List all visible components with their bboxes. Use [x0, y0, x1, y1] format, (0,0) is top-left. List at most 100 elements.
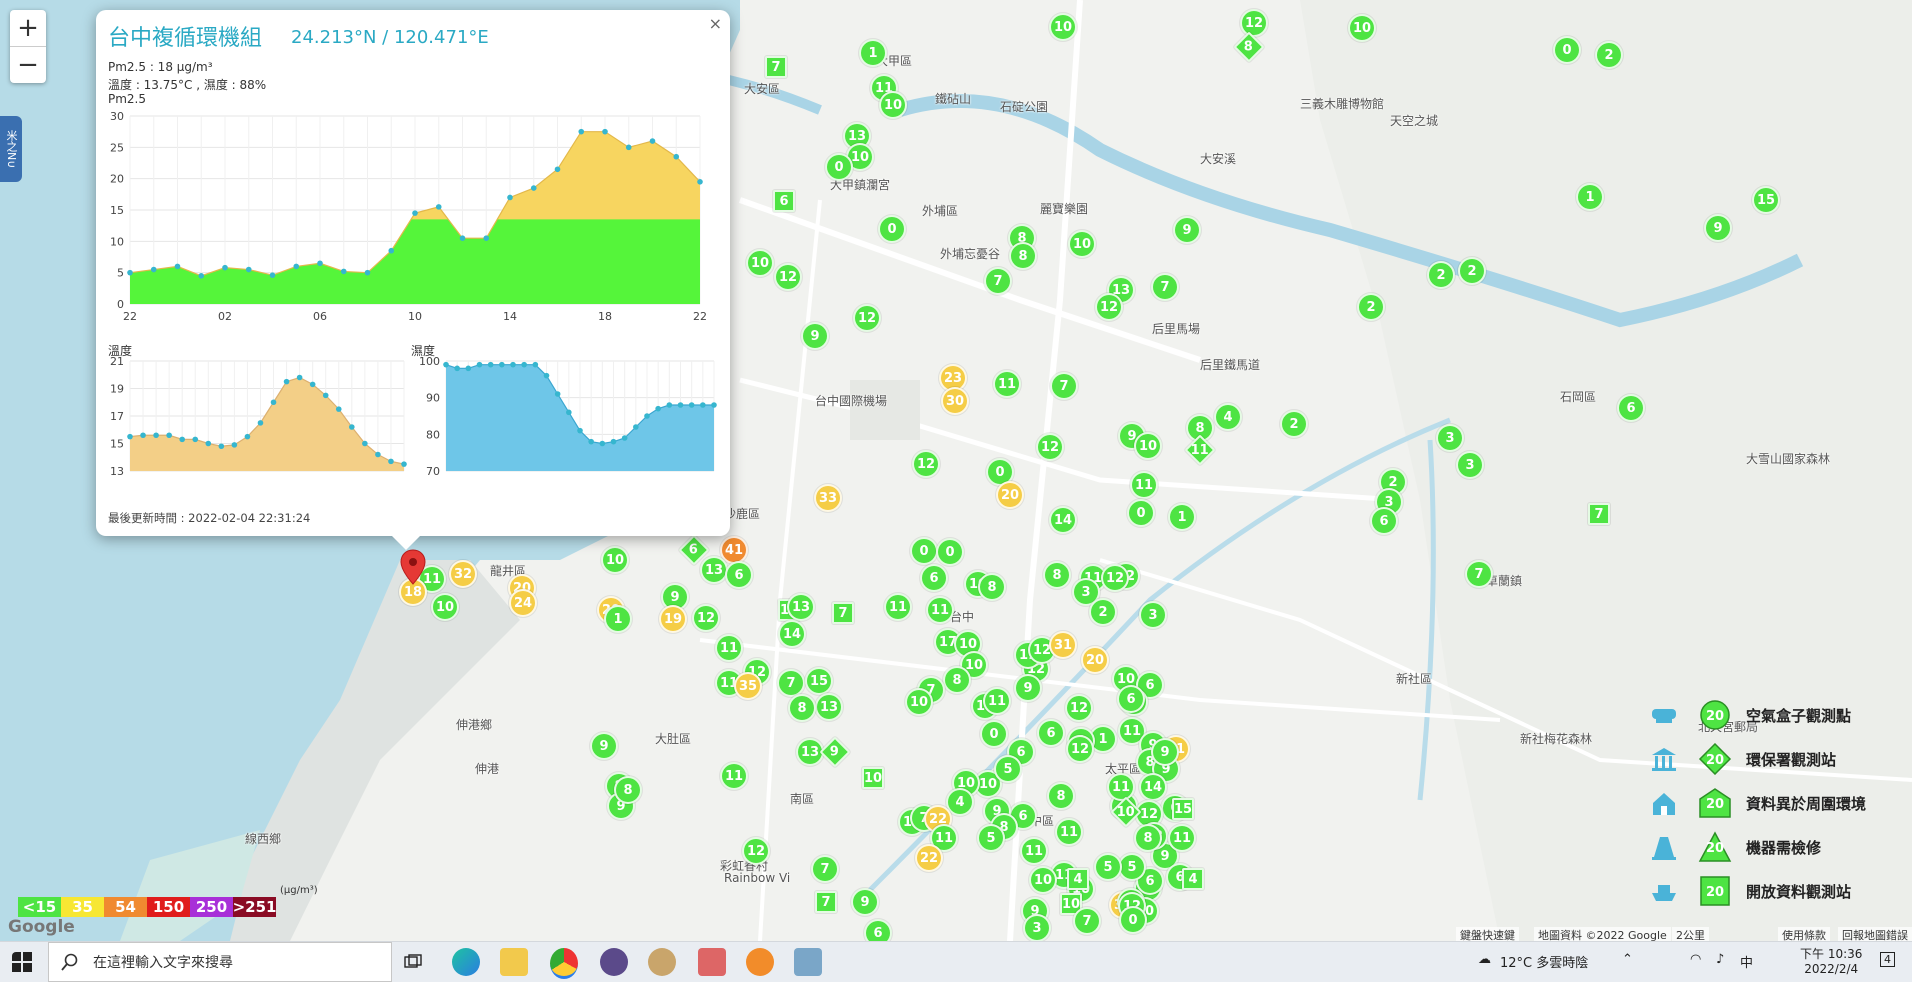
- airbox-marker[interactable]: 2: [1357, 293, 1385, 321]
- airbox-marker[interactable]: 7: [811, 855, 839, 883]
- airbox-marker[interactable]: 4: [1214, 403, 1242, 431]
- airbox-marker[interactable]: 10: [1049, 13, 1077, 41]
- airbox-marker[interactable]: 12: [742, 837, 770, 865]
- airbox-marker[interactable]: 13: [787, 593, 815, 621]
- weather-icon[interactable]: ☁: [1478, 952, 1491, 967]
- airbox-marker[interactable]: 8: [1134, 824, 1162, 852]
- airbox-marker[interactable]: 11: [993, 370, 1021, 398]
- airbox-marker[interactable]: 10: [746, 249, 774, 277]
- airbox-marker[interactable]: 0: [980, 720, 1008, 748]
- chevron-up-icon[interactable]: ⌃: [1622, 952, 1633, 967]
- airbox-marker[interactable]: 35: [734, 672, 762, 700]
- airbox-marker[interactable]: 10: [1134, 432, 1162, 460]
- airbox-marker[interactable]: 11: [884, 593, 912, 621]
- airbox-marker[interactable]: 12: [1066, 735, 1094, 763]
- clock[interactable]: 下午 10:36 2022/2/4: [1800, 945, 1862, 976]
- airbox-marker[interactable]: 5: [1118, 853, 1146, 881]
- airbox-marker[interactable]: 11: [1107, 773, 1135, 801]
- airbox-marker[interactable]: 10: [879, 91, 907, 119]
- airbox-marker[interactable]: 11: [1168, 824, 1196, 852]
- open-data-station-marker[interactable]: 7: [1588, 503, 1610, 525]
- airbox-marker[interactable]: 2: [1280, 410, 1308, 438]
- airbox-marker[interactable]: 12: [853, 304, 881, 332]
- airbox-marker[interactable]: 7: [1073, 907, 1101, 935]
- airbox-marker[interactable]: 8: [1047, 782, 1075, 810]
- airbox-marker[interactable]: 11: [715, 634, 743, 662]
- airbox-marker[interactable]: 13: [700, 556, 728, 584]
- airbox-marker[interactable]: 6: [1117, 685, 1145, 713]
- airbox-marker[interactable]: 11: [983, 687, 1011, 715]
- airbox-marker[interactable]: 14: [778, 620, 806, 648]
- airbox-marker[interactable]: 7: [1151, 273, 1179, 301]
- airbox-marker[interactable]: 12: [692, 604, 720, 632]
- airbox-marker[interactable]: 13: [815, 693, 843, 721]
- file-explorer-icon[interactable]: [500, 948, 528, 976]
- airbox-marker[interactable]: 12: [774, 263, 802, 291]
- close-icon[interactable]: ×: [709, 14, 722, 33]
- airbox-marker[interactable]: 1: [1168, 503, 1196, 531]
- airbox-marker[interactable]: 10: [1348, 14, 1376, 42]
- airbox-marker[interactable]: 7: [777, 669, 805, 697]
- app-icon-3[interactable]: [698, 948, 726, 976]
- airbox-marker[interactable]: 2: [1458, 257, 1486, 285]
- open-data-station-marker[interactable]: 7: [765, 56, 787, 78]
- task-view-icon[interactable]: [404, 954, 432, 982]
- airbox-marker[interactable]: 1: [1576, 183, 1604, 211]
- airbox-marker[interactable]: 33: [814, 484, 842, 512]
- airbox-marker[interactable]: 0: [878, 215, 906, 243]
- airbox-marker[interactable]: 3: [1023, 914, 1051, 941]
- airbox-marker[interactable]: 24: [509, 589, 537, 617]
- app-icon-2[interactable]: [648, 948, 676, 976]
- airbox-marker[interactable]: 9: [1704, 214, 1732, 242]
- airbox-marker[interactable]: 15: [805, 667, 833, 695]
- airbox-marker[interactable]: 0: [1553, 36, 1581, 64]
- airbox-marker[interactable]: 14: [1139, 773, 1167, 801]
- open-data-station-marker[interactable]: 4: [1182, 868, 1204, 890]
- airbox-marker[interactable]: 9: [1151, 738, 1179, 766]
- airbox-marker[interactable]: 8: [614, 776, 642, 804]
- airbox-marker[interactable]: 20: [1081, 646, 1109, 674]
- app-icon-4[interactable]: [746, 948, 774, 976]
- open-data-station-marker[interactable]: 15: [1172, 798, 1194, 820]
- ime-indicator[interactable]: 中: [1740, 952, 1753, 971]
- open-data-station-marker[interactable]: 4: [1067, 868, 1089, 890]
- airbox-marker[interactable]: 12: [1095, 293, 1123, 321]
- airbox-marker[interactable]: 6: [864, 919, 892, 941]
- airbox-marker[interactable]: 8: [788, 694, 816, 722]
- airbox-marker[interactable]: 9: [590, 732, 618, 760]
- airbox-marker[interactable]: 22: [915, 844, 943, 872]
- airbox-marker[interactable]: 0: [825, 153, 853, 181]
- airbox-marker[interactable]: 2: [1595, 41, 1623, 69]
- airbox-marker[interactable]: 3: [1456, 451, 1484, 479]
- airbox-marker[interactable]: 3: [1139, 601, 1167, 629]
- airbox-marker[interactable]: 11: [926, 596, 954, 624]
- airbox-marker[interactable]: 20: [996, 481, 1024, 509]
- app-icon-5[interactable]: [794, 948, 822, 976]
- volume-icon[interactable]: ♪: [1716, 952, 1724, 967]
- airbox-marker[interactable]: 10: [431, 593, 459, 621]
- airbox-marker[interactable]: 1: [859, 39, 887, 67]
- airbox-marker[interactable]: 5: [977, 824, 1005, 852]
- open-data-station-marker[interactable]: 10: [862, 767, 884, 789]
- open-data-station-marker[interactable]: 7: [832, 602, 854, 624]
- airbox-marker[interactable]: 19: [659, 605, 687, 633]
- airbox-marker[interactable]: 31: [1049, 631, 1077, 659]
- side-panel-tab[interactable]: 米之N∪: [0, 116, 22, 182]
- airbox-marker[interactable]: 1: [604, 605, 632, 633]
- taskbar-search[interactable]: 在這裡輸入文字來搜尋: [48, 942, 392, 982]
- airbox-marker[interactable]: 0: [1127, 499, 1155, 527]
- airbox-marker[interactable]: 9: [801, 322, 829, 350]
- zoom-out-button[interactable]: −: [10, 47, 46, 83]
- airbox-marker[interactable]: 7: [1050, 372, 1078, 400]
- airbox-marker[interactable]: 6: [920, 564, 948, 592]
- airbox-marker[interactable]: 0: [936, 538, 964, 566]
- airbox-marker[interactable]: 9: [1014, 674, 1042, 702]
- airbox-marker[interactable]: 11: [1130, 471, 1158, 499]
- airbox-marker[interactable]: 6: [1370, 507, 1398, 535]
- airbox-marker[interactable]: 9: [851, 888, 879, 916]
- airbox-marker[interactable]: 2: [1427, 261, 1455, 289]
- airbox-marker[interactable]: 12: [1101, 564, 1129, 592]
- airbox-marker[interactable]: 12: [1036, 433, 1064, 461]
- airbox-marker[interactable]: 14: [1049, 506, 1077, 534]
- airbox-marker[interactable]: 15: [1752, 186, 1780, 214]
